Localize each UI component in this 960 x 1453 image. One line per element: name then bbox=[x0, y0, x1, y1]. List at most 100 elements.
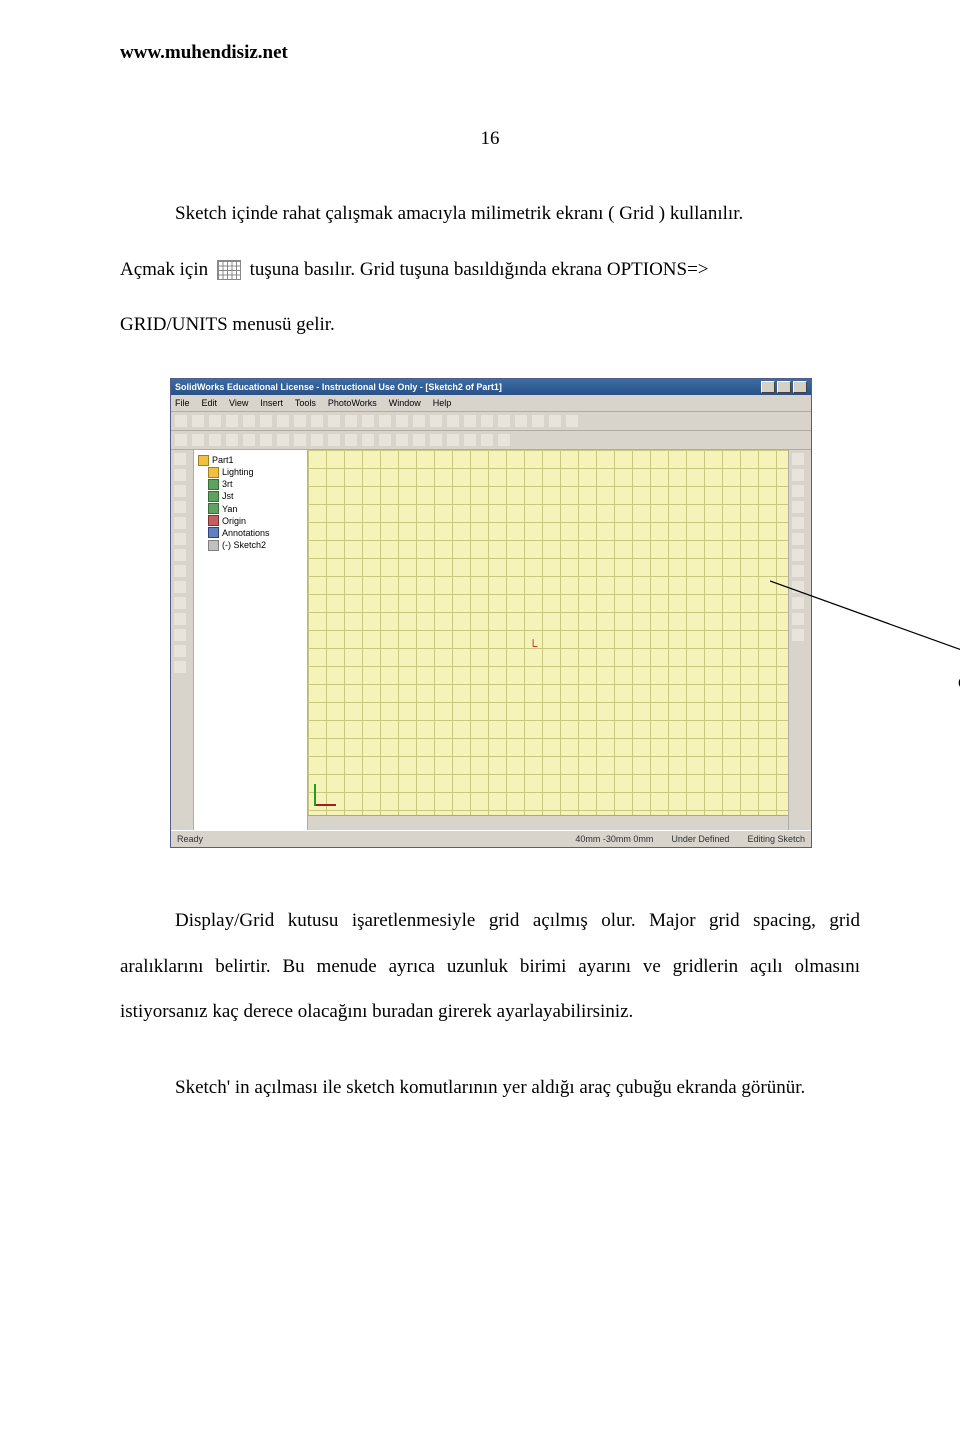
tree-item[interactable]: Yan bbox=[198, 503, 303, 515]
toolbar-icon[interactable] bbox=[259, 433, 273, 447]
toolbar-icon[interactable] bbox=[463, 433, 477, 447]
app-window: SolidWorks Educational License - Instruc… bbox=[170, 378, 812, 848]
tool-icon[interactable] bbox=[173, 532, 187, 546]
menu-file[interactable]: File bbox=[175, 398, 190, 409]
paragraph-3: GRID/UNITS menusü gelir. bbox=[120, 302, 860, 348]
toolbar-icon[interactable] bbox=[327, 414, 341, 428]
toolbar-icon[interactable] bbox=[565, 414, 579, 428]
toolbar-icon[interactable] bbox=[293, 414, 307, 428]
toolbar-icon[interactable] bbox=[310, 433, 324, 447]
menu-view[interactable]: View bbox=[229, 398, 248, 409]
paragraph-5: Sketch' in açılması ile sketch komutları… bbox=[120, 1065, 860, 1111]
tool-icon[interactable] bbox=[791, 580, 805, 594]
toolbar-icon[interactable] bbox=[174, 433, 188, 447]
toolbar-icon[interactable] bbox=[344, 433, 358, 447]
grid-canvas[interactable] bbox=[308, 450, 788, 830]
toolbar-icon[interactable] bbox=[208, 414, 222, 428]
tool-icon[interactable] bbox=[791, 500, 805, 514]
tool-icon[interactable] bbox=[173, 580, 187, 594]
toolbar-icon[interactable] bbox=[259, 414, 273, 428]
tool-icon[interactable] bbox=[791, 484, 805, 498]
menu-photoworks[interactable]: PhotoWorks bbox=[328, 398, 377, 409]
tool-icon[interactable] bbox=[791, 628, 805, 642]
toolbar-icon[interactable] bbox=[378, 433, 392, 447]
toolbar-icon[interactable] bbox=[344, 414, 358, 428]
tool-icon[interactable] bbox=[791, 564, 805, 578]
menu-edit[interactable]: Edit bbox=[202, 398, 218, 409]
toolbar-icon[interactable] bbox=[395, 433, 409, 447]
work-area[interactable] bbox=[308, 450, 788, 830]
toolbar-icon[interactable] bbox=[191, 414, 205, 428]
toolbar-icon[interactable] bbox=[293, 433, 307, 447]
toolbar-icon[interactable] bbox=[242, 414, 256, 428]
tool-icon[interactable] bbox=[791, 548, 805, 562]
toolbar-icon[interactable] bbox=[378, 414, 392, 428]
toolbar-icon[interactable] bbox=[361, 414, 375, 428]
toolbar-icon[interactable] bbox=[514, 414, 528, 428]
toolbar-icon[interactable] bbox=[225, 433, 239, 447]
tree-root-label: Part1 bbox=[212, 454, 234, 466]
tool-icon[interactable] bbox=[173, 484, 187, 498]
tool-icon[interactable] bbox=[791, 532, 805, 546]
tool-icon[interactable] bbox=[173, 500, 187, 514]
toolbar-icon[interactable] bbox=[276, 414, 290, 428]
toolbar-icon[interactable] bbox=[446, 433, 460, 447]
tree-item[interactable]: 3rt bbox=[198, 478, 303, 490]
toolbar-icon[interactable] bbox=[548, 414, 562, 428]
tool-icon[interactable] bbox=[173, 612, 187, 626]
toolbar-icon[interactable] bbox=[463, 414, 477, 428]
tool-icon[interactable] bbox=[791, 596, 805, 610]
origin-icon bbox=[208, 515, 219, 526]
toolbar-icon[interactable] bbox=[497, 414, 511, 428]
maximize-button[interactable] bbox=[777, 381, 791, 393]
tool-icon[interactable] bbox=[173, 468, 187, 482]
close-button[interactable] bbox=[793, 381, 807, 393]
tool-icon[interactable] bbox=[173, 660, 187, 674]
toolbar-icon[interactable] bbox=[412, 414, 426, 428]
tree-item[interactable]: (-) Sketch2 bbox=[198, 539, 303, 551]
toolbar-icon[interactable] bbox=[191, 433, 205, 447]
toolbar-icon[interactable] bbox=[327, 433, 341, 447]
tool-icon[interactable] bbox=[791, 452, 805, 466]
tree-item[interactable]: Origin bbox=[198, 515, 303, 527]
menu-window[interactable]: Window bbox=[389, 398, 421, 409]
toolbar-icon[interactable] bbox=[412, 433, 426, 447]
toolbar-icon[interactable] bbox=[361, 433, 375, 447]
menu-tools[interactable]: Tools bbox=[295, 398, 316, 409]
tool-icon[interactable] bbox=[173, 548, 187, 562]
menu-help[interactable]: Help bbox=[433, 398, 452, 409]
toolbar-icon[interactable] bbox=[480, 414, 494, 428]
menu-insert[interactable]: Insert bbox=[260, 398, 283, 409]
toolbar-icon[interactable] bbox=[225, 414, 239, 428]
tool-icon[interactable] bbox=[791, 612, 805, 626]
toolbar-icon[interactable] bbox=[446, 414, 460, 428]
toolbar-icon[interactable] bbox=[497, 433, 511, 447]
paragraph-4: Display/Grid kutusu işaretlenmesiyle gri… bbox=[120, 898, 860, 1035]
page-number: 16 bbox=[120, 116, 860, 162]
tool-icon[interactable] bbox=[791, 468, 805, 482]
minimize-button[interactable] bbox=[761, 381, 775, 393]
tree-item[interactable]: Jst bbox=[198, 490, 303, 502]
plane-icon bbox=[208, 491, 219, 502]
toolbar-icon[interactable] bbox=[174, 414, 188, 428]
horizontal-scrollbar[interactable] bbox=[308, 815, 788, 830]
toolbar-icon[interactable] bbox=[531, 414, 545, 428]
tree-item[interactable]: Lighting bbox=[198, 466, 303, 478]
toolbar-icon[interactable] bbox=[208, 433, 222, 447]
tool-icon[interactable] bbox=[173, 596, 187, 610]
toolbar-icon[interactable] bbox=[429, 433, 443, 447]
tree-root[interactable]: Part1 bbox=[198, 454, 303, 466]
tool-icon[interactable] bbox=[791, 516, 805, 530]
toolbar-icon[interactable] bbox=[395, 414, 409, 428]
toolbar-icon[interactable] bbox=[429, 414, 443, 428]
toolbar-icon[interactable] bbox=[480, 433, 494, 447]
toolbar-icon[interactable] bbox=[242, 433, 256, 447]
tool-icon[interactable] bbox=[173, 644, 187, 658]
toolbar-icon[interactable] bbox=[310, 414, 324, 428]
tool-icon[interactable] bbox=[173, 628, 187, 642]
tool-icon[interactable] bbox=[173, 564, 187, 578]
tool-icon[interactable] bbox=[173, 516, 187, 530]
tool-icon[interactable] bbox=[173, 452, 187, 466]
toolbar-icon[interactable] bbox=[276, 433, 290, 447]
tree-item[interactable]: Annotations bbox=[198, 527, 303, 539]
